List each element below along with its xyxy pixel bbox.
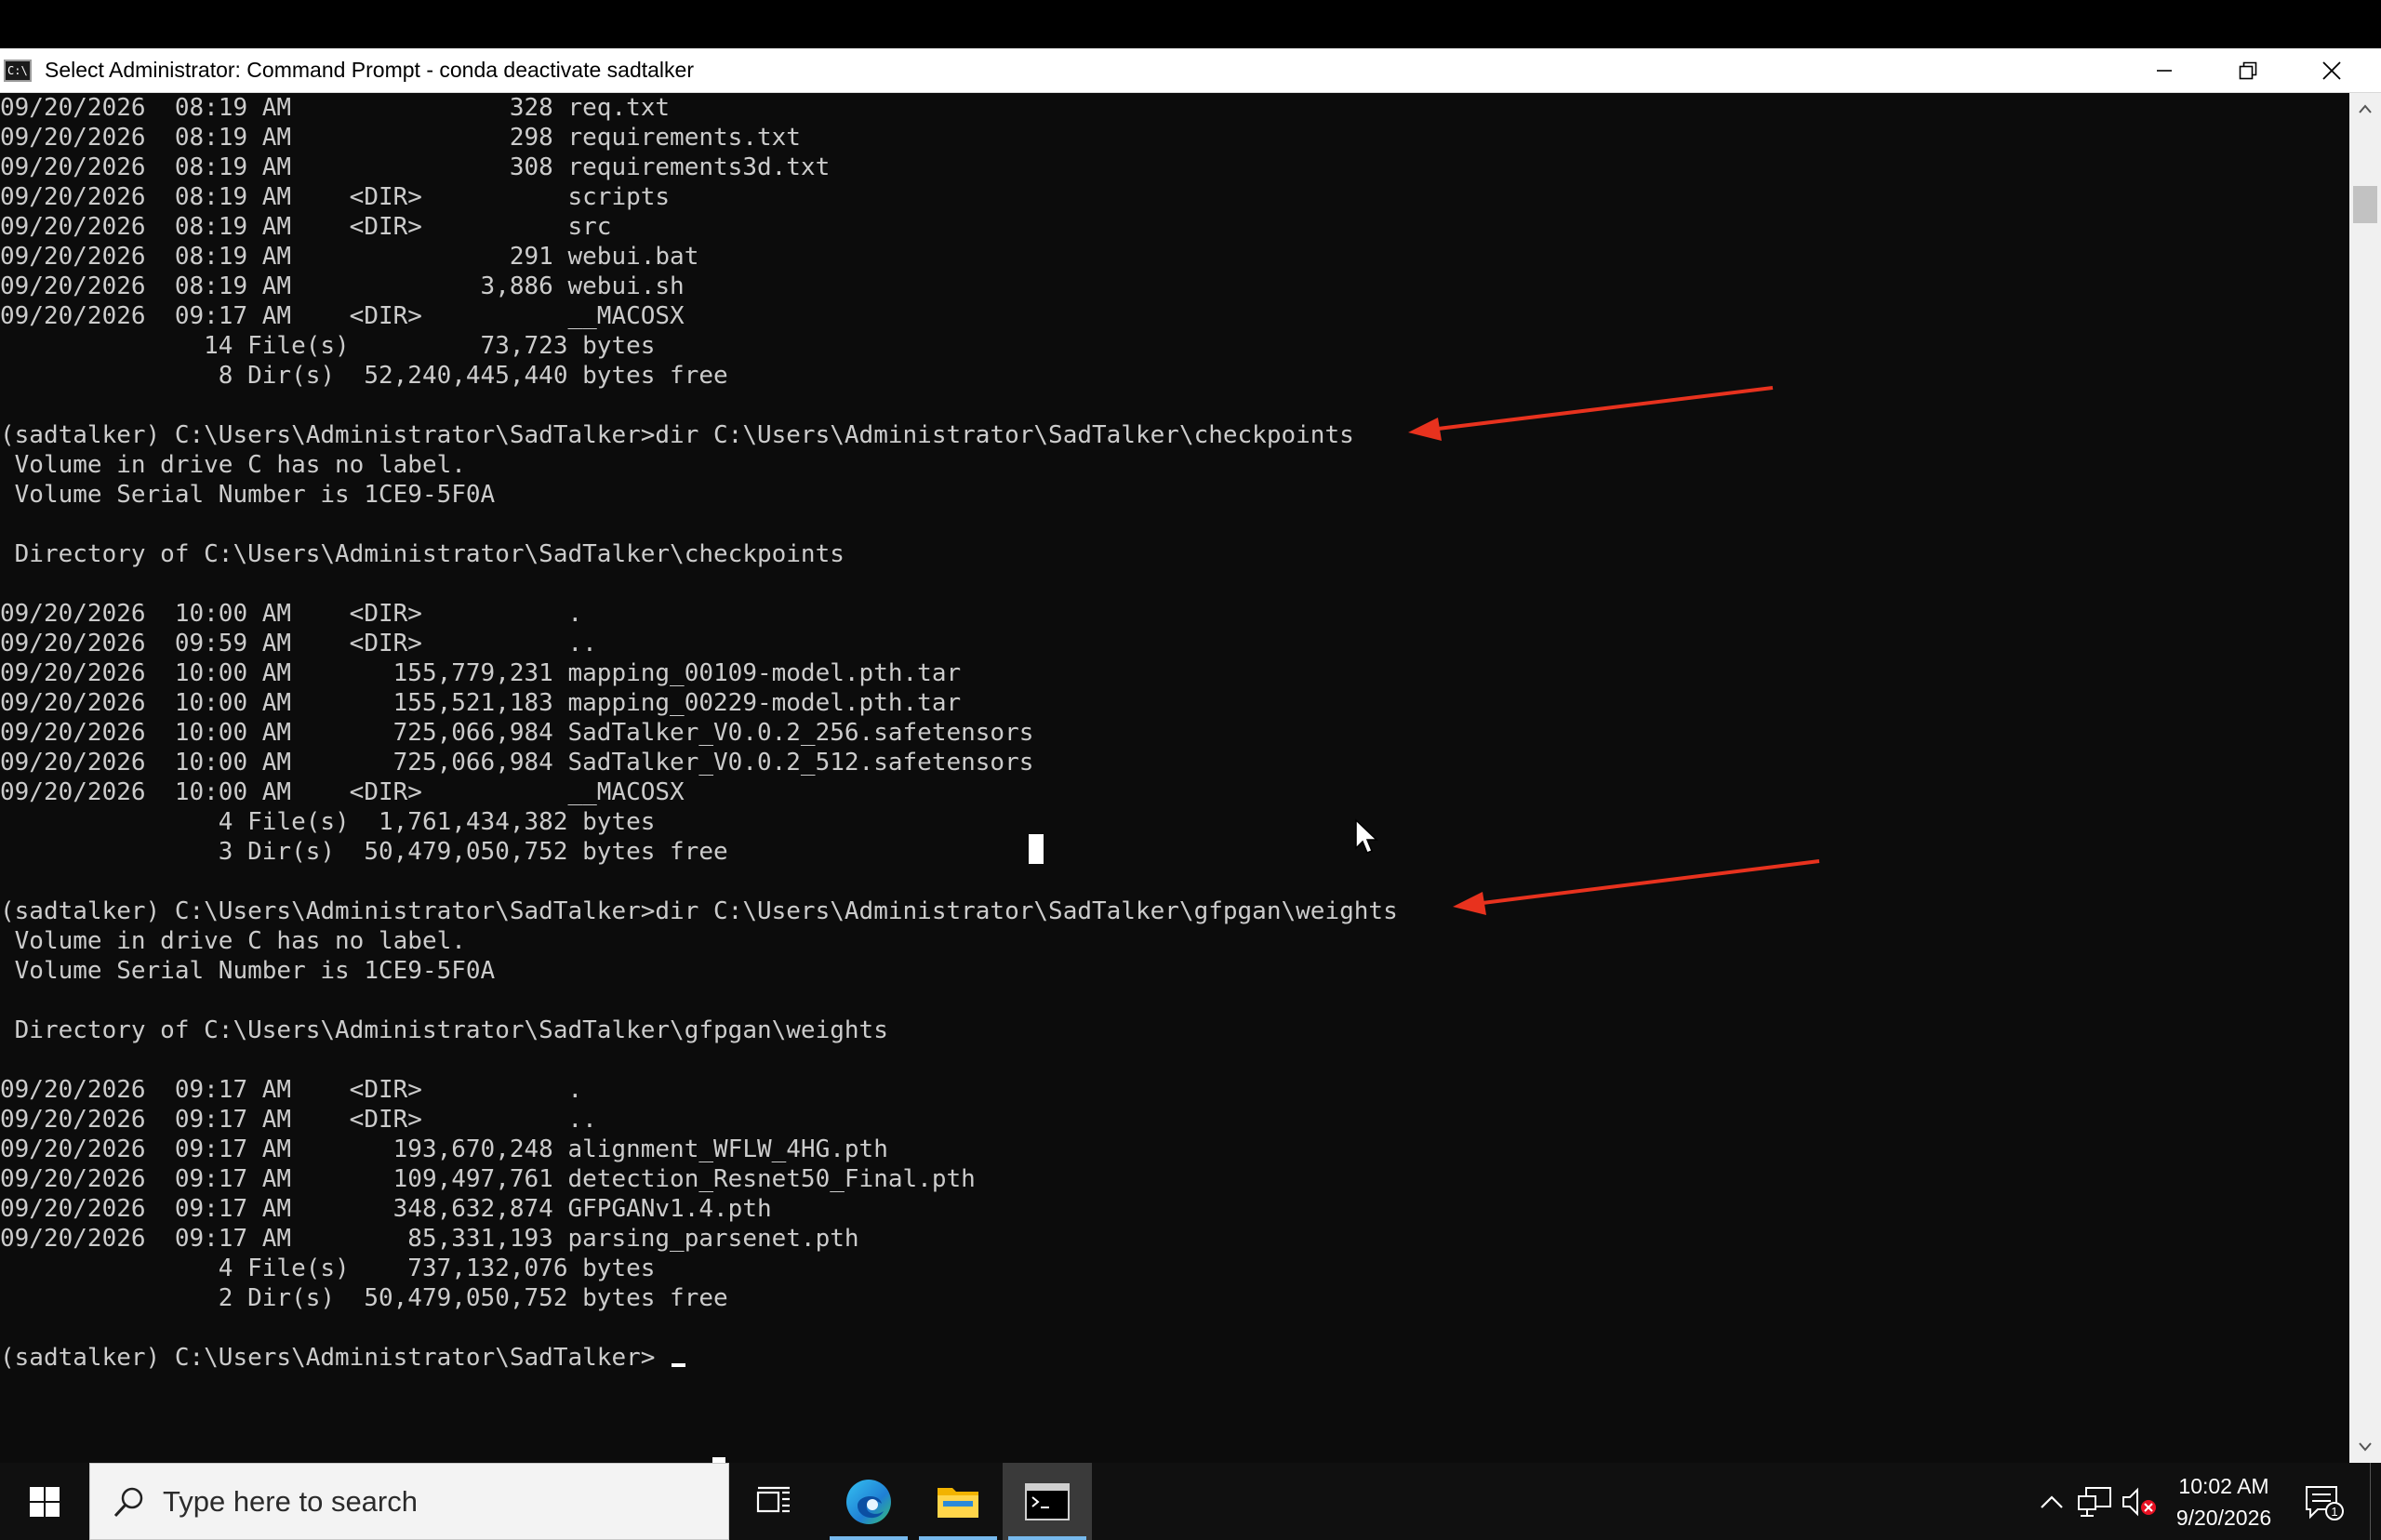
chevron-up-icon bbox=[2359, 104, 2372, 113]
screen-top-bar bbox=[0, 0, 2381, 48]
scroll-up-button[interactable] bbox=[2349, 93, 2381, 125]
close-icon bbox=[2322, 61, 2341, 80]
notification-center-button[interactable]: 1 bbox=[2297, 1463, 2349, 1540]
taskbar-clock[interactable]: 10:02 AM 9/20/2026 bbox=[2160, 1463, 2288, 1540]
restore-button[interactable] bbox=[2206, 48, 2290, 93]
annotation-arrow-gfpgan bbox=[1453, 859, 1820, 915]
file-explorer-icon bbox=[938, 1487, 978, 1518]
console-output[interactable]: 09/20/2026 08:19 AM 328 req.txt 09/20/20… bbox=[0, 93, 2349, 1463]
notification-icon: 1 bbox=[2306, 1485, 2344, 1520]
minimize-icon bbox=[2157, 70, 2172, 72]
explorer-running-indicator bbox=[919, 1536, 997, 1540]
windows-logo-icon bbox=[30, 1486, 60, 1517]
taskbar-search-box[interactable]: Type here to search bbox=[89, 1463, 729, 1540]
edge-icon bbox=[846, 1479, 891, 1524]
tray-overflow-button[interactable] bbox=[2033, 1463, 2070, 1540]
volume-muted-icon bbox=[2122, 1487, 2156, 1516]
annotation-arrows bbox=[1408, 386, 1820, 915]
search-icon bbox=[111, 1483, 148, 1520]
scroll-down-button[interactable] bbox=[2349, 1431, 2381, 1463]
task-view-button[interactable] bbox=[729, 1463, 818, 1540]
scroll-thumb[interactable] bbox=[2353, 186, 2377, 223]
search-placeholder: Type here to search bbox=[163, 1484, 418, 1518]
edge-running-indicator bbox=[830, 1536, 908, 1540]
command-prompt-icon bbox=[1025, 1482, 1070, 1520]
start-button[interactable] bbox=[0, 1463, 89, 1540]
notification-count: 1 bbox=[2331, 1505, 2337, 1519]
window-title: Select Administrator: Command Prompt - c… bbox=[45, 58, 694, 82]
file-explorer-button[interactable] bbox=[913, 1463, 1003, 1540]
volume-button[interactable] bbox=[2119, 1463, 2160, 1540]
taskbar: Type here to search 10:02 AM 9/20/2026 1 bbox=[0, 1463, 2381, 1540]
restore-icon bbox=[2239, 61, 2257, 80]
clock-time: 10:02 AM bbox=[2178, 1473, 2269, 1498]
vertical-scrollbar[interactable] bbox=[2349, 93, 2381, 1463]
annotation-arrow-checkpoints bbox=[1408, 386, 1774, 441]
window-title-bar[interactable]: C:\. Select Administrator: Command Promp… bbox=[0, 48, 2381, 93]
minimize-button[interactable] bbox=[2122, 48, 2206, 93]
chevron-down-icon bbox=[2359, 1442, 2372, 1452]
show-desktop-button[interactable] bbox=[2370, 1463, 2381, 1540]
task-view-icon bbox=[756, 1486, 790, 1512]
network-icon bbox=[2078, 1486, 2111, 1517]
command-prompt-taskbar-button[interactable] bbox=[1003, 1463, 1092, 1540]
mouse-pointer-icon bbox=[1355, 818, 1378, 854]
cmd-active-indicator bbox=[1008, 1536, 1086, 1540]
chevron-up-icon bbox=[2041, 1494, 2063, 1508]
edge-browser-button[interactable] bbox=[824, 1463, 913, 1540]
cmd-window-icon[interactable]: C:\. bbox=[4, 59, 32, 82]
network-button[interactable] bbox=[2072, 1463, 2119, 1540]
clock-date: 9/20/2026 bbox=[2175, 1505, 2272, 1530]
close-button[interactable] bbox=[2290, 48, 2374, 93]
